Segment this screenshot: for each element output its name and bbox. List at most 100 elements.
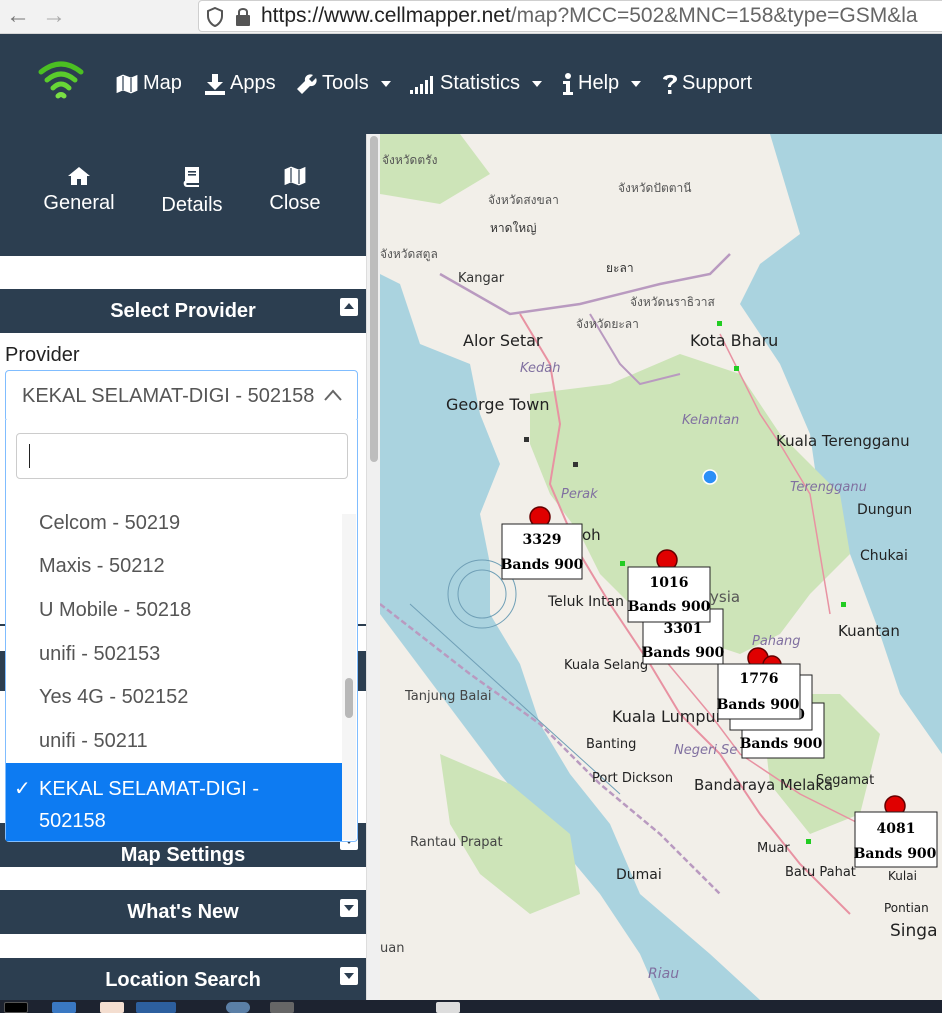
select-provider-header[interactable]: Select Provider: [0, 289, 366, 333]
place-label: ยะลา: [606, 261, 634, 275]
svg-text:Bands 900: Bands 900: [854, 846, 937, 862]
map-svg: จังหวัดตรัง จังหวัดปัตตานี จังหวัดสงขลา …: [380, 134, 942, 1000]
svg-text:1776: 1776: [740, 671, 779, 687]
scrollbar-thumb[interactable]: [370, 136, 378, 462]
tab-details-label: Details: [161, 194, 223, 216]
cell-dot[interactable]: [717, 321, 722, 326]
provider-search-input[interactable]: [16, 433, 348, 479]
dropdown-scrollbar[interactable]: [342, 514, 356, 840]
nav-support-label: Support: [682, 72, 753, 94]
cell-dot[interactable]: [620, 561, 625, 566]
url-text: https://www.cellmapper.net/map?MCC=502&M…: [261, 4, 918, 27]
chevron-up-icon: [324, 389, 342, 401]
cell-dot[interactable]: [573, 462, 578, 467]
wifi-logo-icon[interactable]: [38, 60, 84, 104]
place-label: จังหวัดตรัง: [382, 153, 437, 167]
info-icon: [563, 72, 573, 95]
expand-toggle-icon[interactable]: [340, 899, 358, 917]
provider-select[interactable]: KEKAL SELAMAT-DIGI - 502158: [5, 370, 358, 422]
place-label: Dungun: [857, 502, 912, 518]
provider-option[interactable]: Maxis - 50212: [6, 555, 342, 578]
nav-apps[interactable]: Apps: [204, 72, 276, 95]
place-label: uan: [380, 941, 404, 956]
place-label: Singa: [890, 921, 938, 941]
app-icon[interactable]: [436, 1002, 460, 1013]
provider-option[interactable]: unifi - 50211: [6, 730, 342, 753]
selected-option-line1: KEKAL SELAMAT-DIGI -: [39, 778, 260, 800]
app-icon[interactable]: [136, 1002, 176, 1013]
collapse-toggle-icon[interactable]: [340, 298, 358, 316]
cell-dot[interactable]: [841, 602, 846, 607]
current-location-icon[interactable]: [702, 469, 718, 485]
svg-text:Bands 900: Bands 900: [642, 645, 725, 661]
provider-label: Provider: [5, 344, 80, 366]
app-icon[interactable]: [226, 1002, 250, 1013]
place-label: Bandaraya Melaka: [694, 776, 833, 794]
svg-text:Bands 900: Bands 900: [628, 599, 711, 615]
scrollbar-thumb[interactable]: [345, 678, 353, 718]
nav-map[interactable]: Map: [115, 72, 182, 95]
place-label: Chukai: [860, 548, 908, 564]
tab-general[interactable]: General: [40, 166, 118, 215]
provider-option[interactable]: Celcom - 50219: [6, 512, 342, 535]
nav-help[interactable]: Help: [562, 72, 642, 95]
country-label: ysia: [710, 588, 740, 606]
download-icon: [205, 73, 225, 95]
expand-toggle-icon[interactable]: [340, 967, 358, 985]
provider-option[interactable]: Yes 4G - 502152: [6, 686, 342, 709]
place-label: Kulai: [888, 869, 917, 883]
signal-bars-icon: [410, 75, 433, 94]
nav-statistics[interactable]: Statistics: [410, 72, 543, 95]
place-label: จังหวัดนราธิวาส: [630, 295, 716, 309]
whats-new-title: What's New: [127, 901, 239, 923]
cell-tower-marker[interactable]: 3301 Bands 900 1016 Bands 900: [627, 549, 725, 665]
map-canvas[interactable]: จังหวัดตรัง จังหวัดปัตตานี จังหวัดสงขลา …: [380, 134, 942, 1000]
cell-dot[interactable]: [734, 366, 739, 371]
location-search-title: Location Search: [105, 969, 261, 991]
place-label: จังหวัดสตูล: [380, 247, 438, 262]
place-label: Batu Pahat: [785, 865, 856, 880]
cell-dot[interactable]: [806, 839, 811, 844]
app-icon[interactable]: [270, 1002, 294, 1013]
app-icon[interactable]: [100, 1002, 124, 1013]
shield-icon: [207, 7, 223, 27]
region-label: Pahang: [752, 634, 801, 649]
book-icon: [183, 167, 199, 187]
start-icon[interactable]: [4, 1002, 28, 1013]
provider-option-selected[interactable]: ✓ KEKAL SELAMAT-DIGI - 502158: [6, 763, 342, 841]
top-navbar: Map Apps Tools Statistics Help Support: [0, 34, 942, 134]
cell-dot[interactable]: [524, 437, 529, 442]
place-label: Kuala Lumpur: [612, 707, 723, 726]
sidebar-scrollbar[interactable]: [366, 134, 380, 1000]
location-search-header[interactable]: Location Search: [0, 958, 366, 1002]
nav-support[interactable]: Support: [662, 72, 752, 95]
provider-dropdown-list: Celcom - 50219 Maxis - 50212 U Mobile - …: [5, 420, 358, 842]
provider-option[interactable]: unifi - 502153: [6, 643, 342, 666]
tab-details[interactable]: Details: [156, 166, 228, 217]
place-label: Kuala Selang: [564, 658, 648, 673]
nav-tools[interactable]: Tools: [296, 72, 391, 95]
address-bar[interactable]: https://www.cellmapper.net/map?MCC=502&M…: [198, 0, 942, 32]
nav-map-label: Map: [143, 72, 182, 94]
svg-text:4081: 4081: [877, 821, 916, 837]
svg-text:Bands 900: Bands 900: [717, 697, 800, 713]
question-icon: [663, 74, 677, 94]
map-icon: [115, 73, 139, 94]
tab-close[interactable]: Close: [264, 166, 326, 215]
place-label: Alor Setar: [463, 331, 543, 350]
map-icon: [283, 166, 307, 186]
provider-option[interactable]: U Mobile - 50218: [6, 599, 342, 622]
place-label: Kuantan: [838, 622, 900, 640]
back-arrow-icon[interactable]: ←: [4, 3, 32, 29]
tab-close-label: Close: [269, 192, 321, 214]
region-label: Kelantan: [682, 413, 739, 428]
place-label: Kuala Terengganu: [776, 432, 910, 450]
whats-new-header[interactable]: What's New: [0, 890, 366, 934]
place-label: Teluk Intan: [547, 594, 624, 610]
forward-arrow-icon[interactable]: →: [40, 3, 68, 29]
region-label: Negeri Se: [674, 743, 737, 758]
place-label: Port Dickson: [592, 771, 673, 786]
app-icon[interactable]: [52, 1002, 76, 1013]
chevron-down-icon: [380, 80, 391, 87]
place-label: Muar: [757, 841, 790, 856]
